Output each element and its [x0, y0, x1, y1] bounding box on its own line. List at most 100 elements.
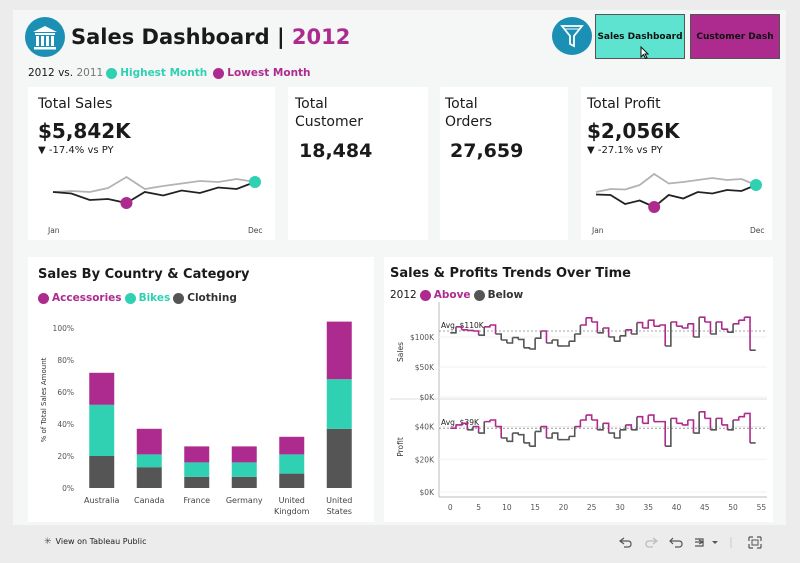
- step-segment: [518, 433, 525, 443]
- legend-below: Below: [487, 289, 524, 301]
- kpi-title-line2: Customer: [295, 114, 364, 130]
- bar-segment-bikes: [231, 462, 257, 477]
- step-segment: [506, 337, 514, 344]
- bar-segment-clothing: [136, 467, 162, 488]
- step-segment: [478, 421, 486, 434]
- profit-sparkline-chart: [595, 172, 762, 213]
- step-segment: [461, 329, 469, 331]
- revert-icon[interactable]: [669, 537, 683, 548]
- step-segment: [642, 320, 650, 329]
- step-segment: [608, 432, 616, 438]
- step-segment: [693, 317, 700, 338]
- page-title: Sales Dashboard | 2012: [71, 25, 350, 49]
- x-tick-label: Germany: [226, 496, 263, 505]
- share-icon[interactable]: [695, 538, 705, 547]
- step-segment: [699, 316, 706, 322]
- step-segment: [659, 420, 667, 447]
- year-legend: 2012 vs. 2011 Highest Month Lowest Month: [28, 67, 311, 79]
- step-segment: [625, 329, 633, 334]
- step-segment: [489, 324, 497, 334]
- kpi-title-line2: Orders: [445, 114, 493, 130]
- x-axis-start-label: Jan: [48, 226, 60, 235]
- bikes-dot-icon: [124, 292, 136, 304]
- view-on-tableau-link[interactable]: ✳ View on Tableau Public: [44, 537, 146, 547]
- x-tick-label: 40: [672, 503, 682, 512]
- stacked-bar-chart: % of Total Sales Amount 0% 20% 40% 60% 80% 100…: [40, 321, 352, 516]
- y-tick-label: 80%: [57, 356, 74, 365]
- redo-icon[interactable]: [645, 537, 658, 548]
- y-tick-label: 0%: [62, 484, 74, 493]
- kpi-card-total-profit: Total Profit $2,056K ▼ -27.1% vs PY Jan …: [581, 87, 772, 240]
- step-segment: [670, 321, 678, 327]
- y-tick-label: 20%: [57, 452, 74, 461]
- kpi-value: $2,056K: [587, 119, 680, 143]
- x-tick-label: 0: [448, 503, 453, 512]
- legend-previous-year: 2011: [76, 67, 104, 79]
- bar-segment-accessories: [279, 436, 305, 455]
- kpi-change-value: ▼ -17.4%: [38, 145, 85, 156]
- step-segment: [642, 415, 650, 425]
- kpi-title-line1: Total: [295, 96, 328, 112]
- bar-segment-clothing: [89, 456, 115, 488]
- step-segment: [738, 317, 746, 321]
- step-segment: [501, 339, 508, 343]
- step-segment: [546, 340, 553, 344]
- x-tick-label: 15: [530, 503, 540, 512]
- tableau-icon: ✳: [44, 537, 52, 547]
- share-chevron-down-icon[interactable]: [712, 541, 718, 544]
- y-tick-label: $100K: [410, 333, 435, 342]
- step-segment: [693, 411, 700, 434]
- bar-segment-accessories: [184, 446, 210, 463]
- step-segment: [670, 417, 678, 424]
- step-segment: [523, 442, 531, 447]
- step-segment: [563, 436, 570, 441]
- step-segment: [597, 328, 604, 334]
- y-tick-label: 60%: [57, 388, 74, 397]
- step-segment: [676, 422, 683, 425]
- step-segment: [574, 325, 582, 335]
- x-tick-label: Canada: [134, 496, 165, 505]
- step-segment: [535, 426, 542, 433]
- step-segment: [603, 327, 610, 337]
- previous-year-line: [595, 172, 757, 193]
- step-segment: [676, 325, 683, 328]
- y-tick-label: $50K: [415, 363, 435, 372]
- bar-segment-accessories: [89, 372, 115, 405]
- step-segment: [552, 432, 559, 440]
- bar-segment-bikes: [136, 454, 162, 468]
- clothing-dot-icon: [173, 292, 185, 304]
- step-segment: [563, 341, 570, 347]
- legend-highest-month: Highest Month: [120, 67, 208, 79]
- x-tick-label: 50: [728, 503, 738, 512]
- undo-icon[interactable]: [619, 537, 632, 548]
- lowest-month-marker: [120, 197, 133, 209]
- below-dot-icon: [473, 289, 485, 301]
- x-tick-label: 30: [615, 503, 625, 512]
- y-axis-label: Sales: [396, 342, 405, 362]
- step-line-chart: Sales $0K $50K $100K Avg. $110K Profit $0K $20K…: [390, 302, 767, 512]
- highest-month-marker: [249, 176, 261, 188]
- customer-dash-button[interactable]: Customer Dash: [690, 14, 780, 59]
- fullscreen-icon[interactable]: [748, 536, 762, 549]
- kpi-card-total-customer: Total Customer 18,484: [288, 87, 428, 240]
- kpi-card-total-orders: Total Orders 27,659: [440, 87, 568, 240]
- panel-title: Sales By Country & Category: [38, 267, 250, 282]
- step-segment: [653, 325, 661, 327]
- x-axis-end-label: Dec: [248, 226, 263, 235]
- step-segment: [472, 425, 480, 434]
- bar-segment-clothing: [231, 476, 257, 488]
- bar-segment-accessories: [326, 321, 352, 380]
- y-tick-label: $20K: [415, 455, 435, 464]
- x-tick-label: 35: [643, 503, 653, 512]
- x-tick-label: 45: [700, 503, 710, 512]
- step-segment: [552, 339, 559, 346]
- step-segment: [529, 431, 536, 447]
- kpi-change-value: ▼ -27.1%: [587, 145, 634, 156]
- x-tick-label: 25: [587, 503, 597, 512]
- step-segment: [733, 416, 740, 421]
- step-segment: [716, 321, 723, 330]
- step-segment: [580, 317, 587, 326]
- kpi-change: ▼ -17.4% vs PY: [38, 145, 114, 156]
- y-tick-label: $0K: [420, 393, 436, 402]
- filter-icon[interactable]: [552, 17, 592, 55]
